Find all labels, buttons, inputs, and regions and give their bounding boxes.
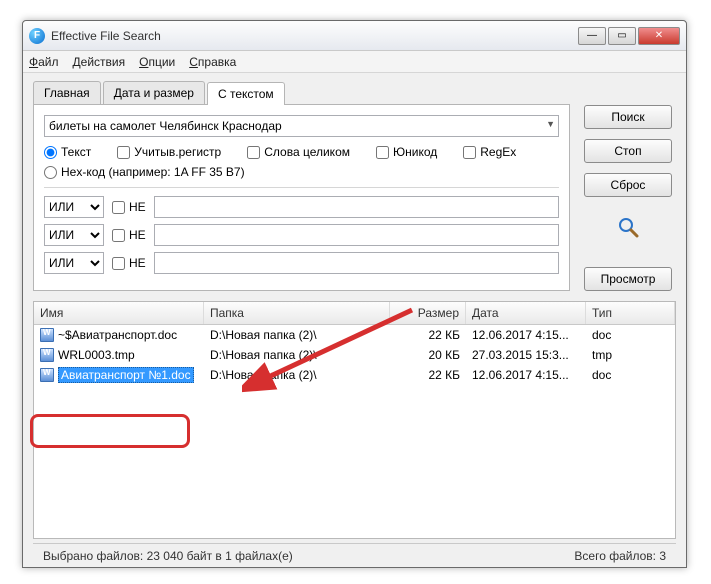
close-button[interactable]: ✕ bbox=[638, 27, 680, 45]
window-controls: — ▭ ✕ bbox=[578, 27, 680, 45]
col-date[interactable]: Дата bbox=[466, 302, 586, 324]
status-total: Всего файлов: 3 bbox=[574, 549, 666, 563]
magnifier-icon bbox=[616, 215, 640, 239]
minimize-button[interactable]: — bbox=[578, 27, 606, 45]
menubar: Файл Действия Опции Справка bbox=[23, 51, 686, 73]
results-list: Имя Папка Размер Дата Тип ~$Авиатранспор… bbox=[33, 301, 676, 539]
tab-text[interactable]: С текстом bbox=[207, 82, 285, 105]
not-checkbox-3[interactable]: НЕ bbox=[112, 256, 146, 270]
tab-panel-text: ▼ Текст Учитыв.регистр Слова целиком Юни… bbox=[33, 104, 570, 291]
logic-select-3[interactable]: ИЛИ bbox=[44, 252, 104, 274]
titlebar[interactable]: F Effective File Search — ▭ ✕ bbox=[23, 21, 686, 51]
reset-button[interactable]: Сброс bbox=[584, 173, 672, 197]
tab-date-size[interactable]: Дата и размер bbox=[103, 81, 205, 104]
not-checkbox-2[interactable]: НЕ bbox=[112, 228, 146, 242]
menu-file[interactable]: Файл bbox=[29, 55, 59, 69]
view-button[interactable]: Просмотр bbox=[584, 267, 672, 291]
logic-select-2[interactable]: ИЛИ bbox=[44, 224, 104, 246]
search-query-input[interactable] bbox=[44, 115, 559, 137]
tabstrip: Главная Дата и размер С текстом bbox=[33, 81, 570, 104]
word-doc-icon bbox=[40, 328, 54, 342]
col-size[interactable]: Размер bbox=[390, 302, 466, 324]
word-doc-icon bbox=[40, 348, 54, 362]
window-title: Effective File Search bbox=[51, 29, 578, 43]
search-button[interactable]: Поиск bbox=[584, 105, 672, 129]
tab-area: Главная Дата и размер С текстом ▼ Текст … bbox=[33, 81, 570, 291]
checkbox-unicode[interactable]: Юникод bbox=[376, 145, 437, 159]
col-type[interactable]: Тип bbox=[586, 302, 675, 324]
side-buttons: Поиск Стоп Сброс Просмотр bbox=[580, 81, 676, 291]
logic-row-1: ИЛИ НЕ bbox=[44, 196, 559, 218]
table-row[interactable]: ~$Авиатранспорт.doc D:\Новая папка (2)\ … bbox=[34, 325, 675, 345]
checkbox-whole-words[interactable]: Слова целиком bbox=[247, 145, 350, 159]
menu-actions[interactable]: Действия bbox=[73, 55, 126, 69]
statusbar: Выбрано файлов: 23 040 байт в 1 файлах(е… bbox=[33, 543, 676, 567]
checkbox-case[interactable]: Учитыв.регистр bbox=[117, 145, 221, 159]
not-checkbox-1[interactable]: НЕ bbox=[112, 200, 146, 214]
logic-input-3[interactable] bbox=[154, 252, 559, 274]
table-row[interactable]: WRL0003.tmp D:\Новая папка (2)\ 20 КБ 27… bbox=[34, 345, 675, 365]
table-row-selected[interactable]: Авиатранспорт №1.doc D:\Новая папка (2)\… bbox=[34, 365, 675, 385]
app-icon: F bbox=[29, 28, 45, 44]
maximize-button[interactable]: ▭ bbox=[608, 27, 636, 45]
checkbox-regex[interactable]: RegEx bbox=[463, 145, 516, 159]
logic-input-2[interactable] bbox=[154, 224, 559, 246]
client-area: Главная Дата и размер С текстом ▼ Текст … bbox=[23, 73, 686, 567]
logic-row-3: ИЛИ НЕ bbox=[44, 252, 559, 274]
col-folder[interactable]: Папка bbox=[204, 302, 390, 324]
logic-select-1[interactable]: ИЛИ bbox=[44, 196, 104, 218]
app-window: F Effective File Search — ▭ ✕ Файл Дейст… bbox=[22, 20, 687, 568]
stop-button[interactable]: Стоп bbox=[584, 139, 672, 163]
logic-row-2: ИЛИ НЕ bbox=[44, 224, 559, 246]
radio-hex[interactable]: Hex-код (например: 1A FF 35 B7) bbox=[44, 165, 245, 179]
col-name[interactable]: Имя bbox=[34, 302, 204, 324]
column-headers: Имя Папка Размер Дата Тип bbox=[34, 302, 675, 325]
tab-main[interactable]: Главная bbox=[33, 81, 101, 104]
menu-help[interactable]: Справка bbox=[189, 55, 236, 69]
logic-input-1[interactable] bbox=[154, 196, 559, 218]
radio-text[interactable]: Текст bbox=[44, 145, 91, 159]
result-rows: ~$Авиатранспорт.doc D:\Новая папка (2)\ … bbox=[34, 325, 675, 538]
status-selected: Выбрано файлов: 23 040 байт в 1 файлах(е… bbox=[43, 549, 293, 563]
word-doc-icon bbox=[40, 368, 54, 382]
menu-options[interactable]: Опции bbox=[139, 55, 175, 69]
